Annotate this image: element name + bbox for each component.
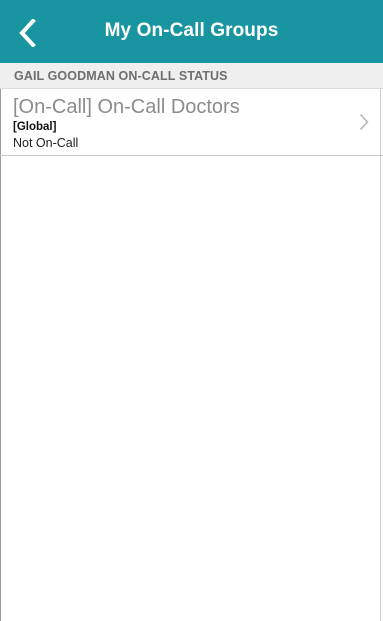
section-title: GAIL GOODMAN ON-CALL STATUS — [14, 69, 228, 83]
on-call-group-item[interactable]: [On-Call] On-Call Doctors [Global] Not O… — [0, 89, 383, 156]
section-header: GAIL GOODMAN ON-CALL STATUS — [0, 63, 383, 89]
group-scope: [Global] — [13, 121, 57, 133]
page-title: My On-Call Groups — [104, 20, 279, 41]
group-name: [On-Call] On-Call Doctors — [13, 96, 240, 118]
group-status: Not On-Call — [13, 136, 79, 150]
app-header: My On-Call Groups — [0, 0, 383, 63]
chevron-right-icon — [359, 113, 369, 131]
